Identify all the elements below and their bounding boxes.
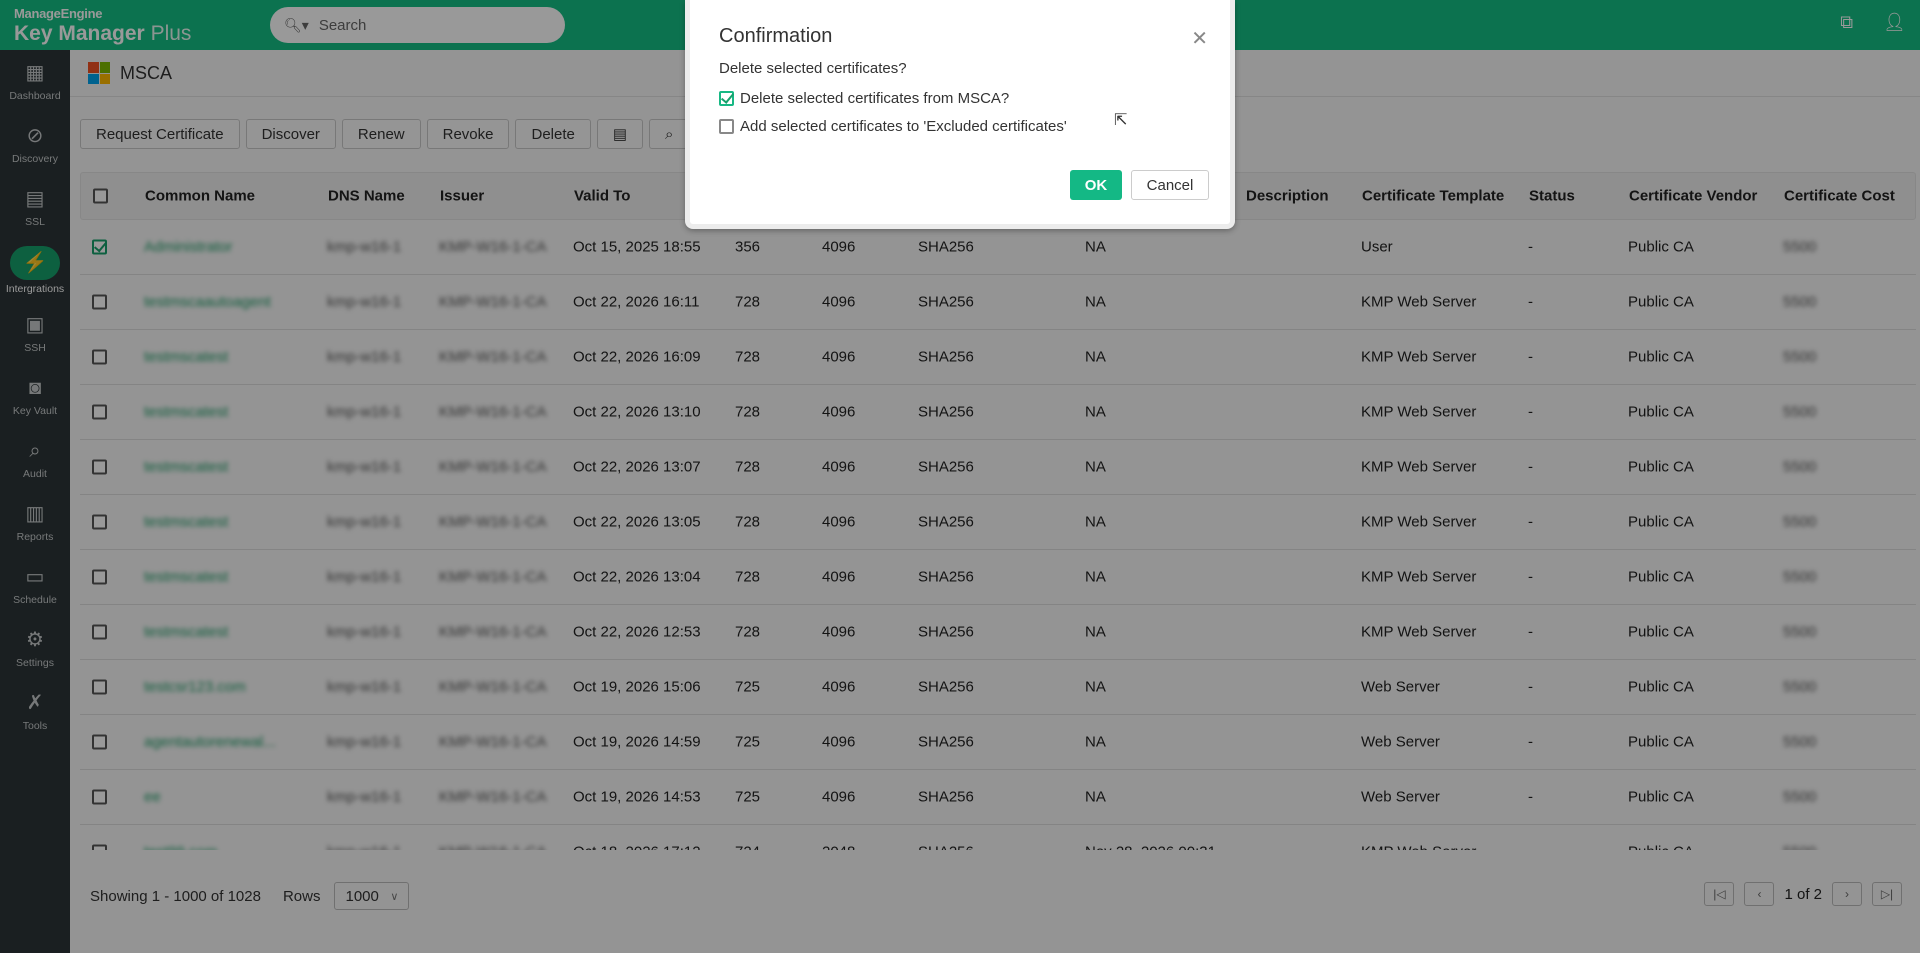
add-to-excluded-checkbox[interactable] xyxy=(719,119,734,134)
cancel-button[interactable]: Cancel xyxy=(1131,170,1209,200)
dialog-title: Confirmation xyxy=(719,25,833,47)
ok-button[interactable]: OK xyxy=(1070,170,1122,200)
mouse-cursor-icon: ⇱ xyxy=(1114,112,1128,129)
delete-from-msca-label: Delete selected certificates from MSCA? xyxy=(740,90,1010,107)
dialog-question: Delete selected certificates? xyxy=(719,60,907,77)
add-to-excluded-option[interactable]: Add selected certificates to 'Excluded c… xyxy=(719,118,1067,135)
close-icon[interactable]: ✕ xyxy=(1191,26,1208,51)
delete-from-msca-option[interactable]: Delete selected certificates from MSCA? xyxy=(719,90,1009,107)
confirmation-dialog: Confirmation ✕ Delete selected certifica… xyxy=(685,0,1235,229)
delete-from-msca-checkbox[interactable] xyxy=(719,91,734,106)
add-to-excluded-label: Add selected certificates to 'Excluded c… xyxy=(740,118,1067,135)
